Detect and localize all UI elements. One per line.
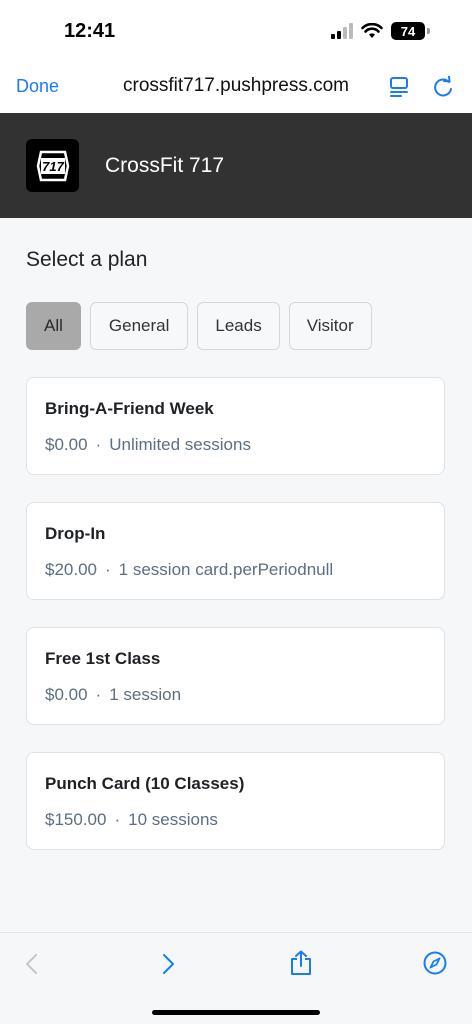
plan-meta: $0.00 · Unlimited sessions	[45, 435, 251, 455]
logo-text: 717	[42, 159, 64, 174]
plan-detail: 10 sessions	[128, 810, 218, 829]
plan-name: Bring-A-Friend Week	[45, 399, 214, 418]
plan-price: $0.00	[45, 685, 88, 704]
plan-separator: ·	[95, 435, 102, 454]
filter-general[interactable]: General	[89, 302, 189, 350]
plan-detail: 1 session card.perPeriodnull	[118, 560, 334, 579]
plan-card[interactable]: Free 1st Class $0.00 · 1 session	[26, 627, 445, 725]
gym-header: 717 CrossFit 717	[0, 113, 472, 218]
plan-card[interactable]: Bring-A-Friend Week $0.00 · Unlimited sess…	[26, 377, 445, 475]
plan-filter-tabs: All General Leads Visitor	[26, 302, 372, 350]
plan-card[interactable]: Drop-In $20.00 · 1 session card.perPeriodn…	[26, 502, 445, 600]
battery-cap	[427, 28, 430, 34]
plan-price: $0.00	[45, 435, 88, 454]
filter-leads[interactable]: Leads	[197, 302, 280, 350]
reload-icon[interactable]	[432, 76, 454, 98]
plan-price: $20.00	[45, 560, 97, 579]
plan-meta: $20.00 · 1 session card.perPeriodnull	[45, 560, 333, 580]
plan-name: Free 1st Class	[45, 649, 161, 668]
status-time: 12:41	[64, 20, 116, 42]
logo-badge-icon: 717	[36, 150, 69, 181]
forward-icon[interactable]	[158, 953, 178, 975]
wifi-icon	[361, 23, 383, 38]
share-icon[interactable]	[289, 950, 313, 976]
page-title: Select a plan	[26, 248, 148, 271]
gym-name: CrossFit 717	[105, 154, 225, 177]
filter-visitor[interactable]: Visitor	[288, 302, 372, 350]
battery-icon: 74	[391, 22, 425, 40]
plan-meta: $0.00 · 1 session	[45, 685, 181, 705]
plan-name: Drop-In	[45, 524, 106, 543]
plan-separator: ·	[95, 685, 102, 704]
status-bar: 12:41 74	[0, 0, 472, 60]
compass-icon[interactable]	[423, 951, 447, 975]
plan-name: Punch Card (10 Classes)	[45, 774, 245, 793]
plan-separator: ·	[105, 560, 111, 579]
plan-card[interactable]: Punch Card (10 Classes) $150.00 · 10 sessi…	[26, 752, 445, 850]
plan-meta: $150.00 · 10 sessions	[45, 810, 218, 830]
filter-all[interactable]: All	[26, 302, 81, 350]
reader-mode-icon[interactable]	[389, 76, 409, 98]
back-icon[interactable]	[22, 953, 42, 975]
plan-separator: ·	[114, 810, 121, 829]
status-icons: 74	[331, 22, 430, 40]
signal-icon	[331, 23, 353, 39]
home-indicator[interactable]	[152, 1010, 320, 1015]
browser-toolbar: Done crossfit717.pushpress.com	[0, 60, 472, 113]
battery-level: 74	[400, 23, 416, 39]
plan-detail: 1 session	[109, 685, 182, 704]
gym-logo: 717	[26, 139, 79, 192]
plan-price: $150.00	[45, 810, 107, 829]
plan-detail: Unlimited sessions	[109, 435, 251, 454]
